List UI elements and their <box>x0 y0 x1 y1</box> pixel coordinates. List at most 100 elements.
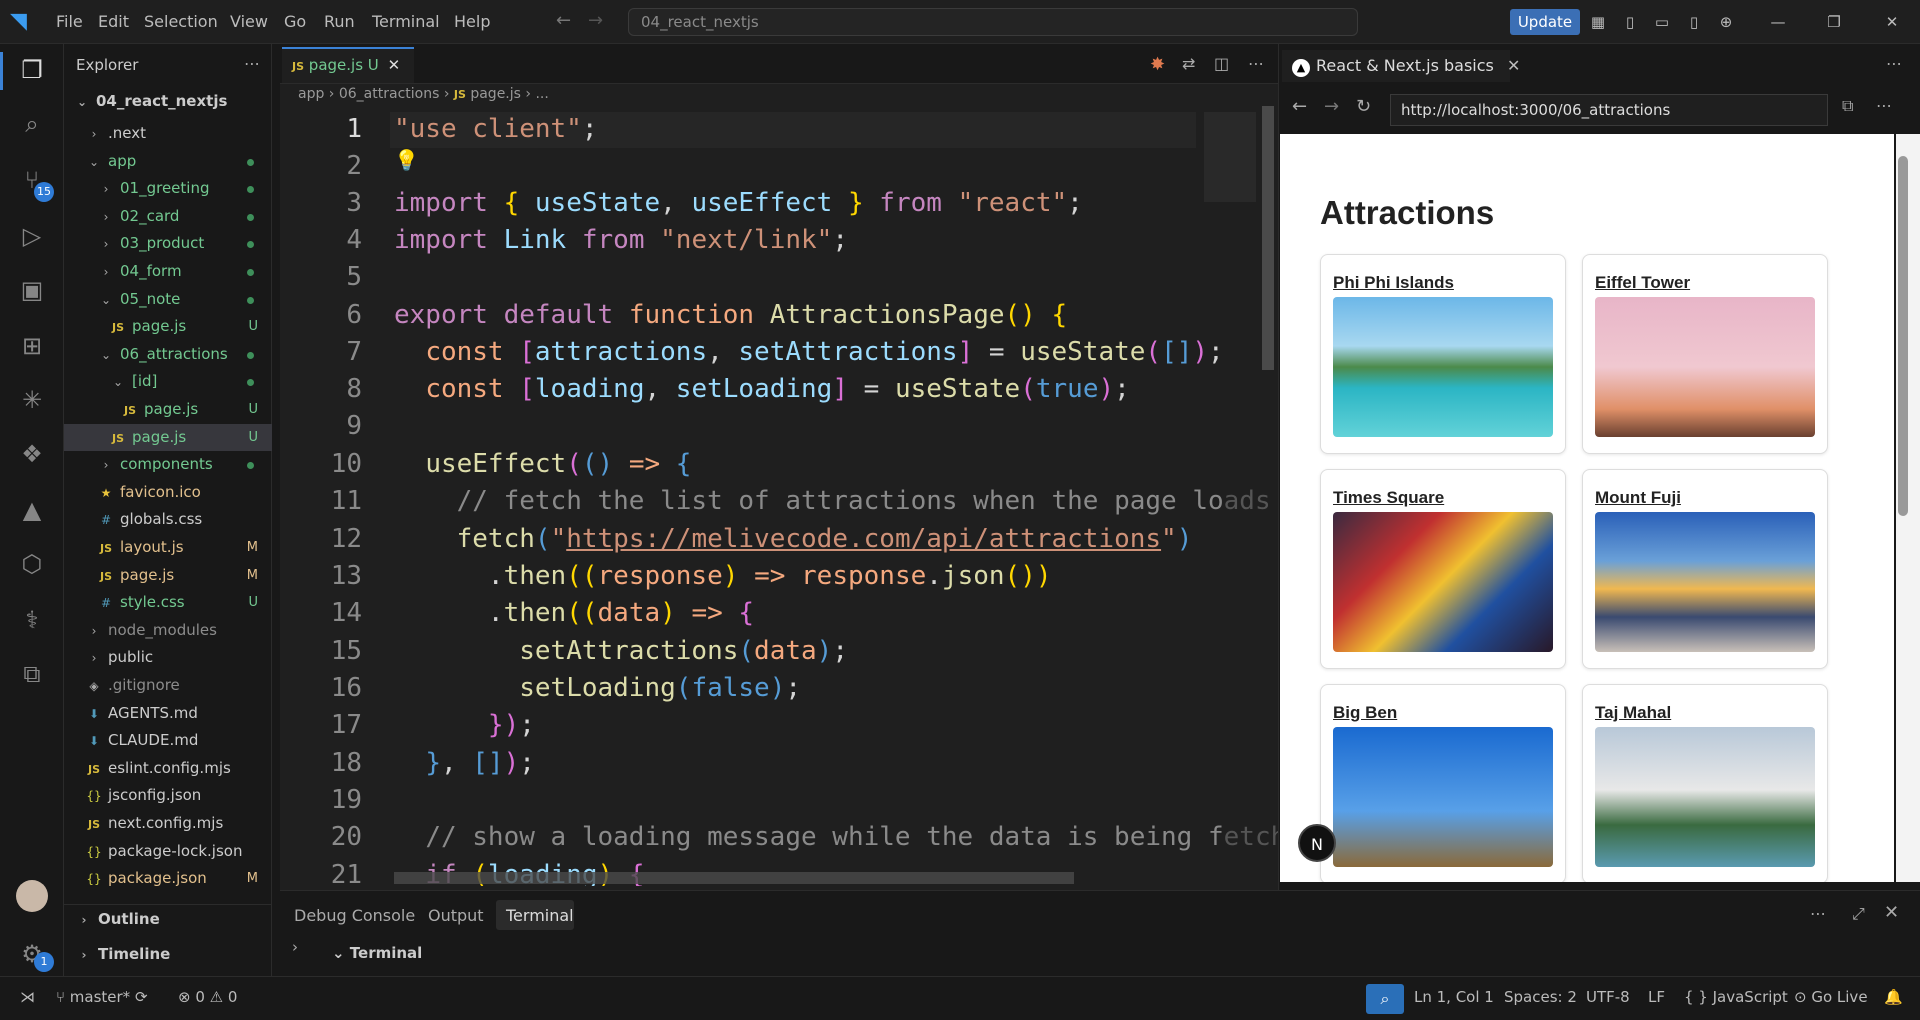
tree-item[interactable]: JS layout.js M <box>64 534 272 561</box>
browser-forward-icon[interactable]: → <box>1324 96 1339 117</box>
tree-item[interactable]: JS eslint.config.mjs <box>64 755 272 782</box>
attraction-card[interactable]: Phi Phi Islands <box>1320 254 1566 454</box>
tree-item[interactable]: # globals.css <box>64 506 272 533</box>
horizontal-scrollbar[interactable] <box>394 872 1074 884</box>
toggle-secondary-sidebar-icon[interactable]: ▯ <box>1684 12 1704 32</box>
outline-section[interactable]: › Outline <box>76 906 160 933</box>
url-input[interactable]: http://localhost:3000/06_attractions <box>1390 94 1828 126</box>
run-debug-icon[interactable]: ▷ <box>14 218 50 254</box>
gitlens-icon[interactable]: ⧉ <box>14 656 50 692</box>
card-title[interactable]: Phi Phi Islands <box>1333 273 1454 293</box>
split-editor-icon[interactable]: ◫ <box>1214 54 1229 73</box>
extensions-icon[interactable]: ⊞ <box>14 328 50 364</box>
nextjs-dev-badge[interactable]: N <box>1298 824 1336 862</box>
account-avatar[interactable] <box>16 880 48 912</box>
attraction-card[interactable]: Eiffel Tower <box>1582 254 1828 454</box>
maximize-icon[interactable]: ❐ <box>1824 12 1844 32</box>
card-title[interactable]: Eiffel Tower <box>1595 273 1690 293</box>
tree-item[interactable]: › public <box>64 644 272 671</box>
menu-run[interactable]: Run <box>324 12 355 31</box>
close-tab-icon[interactable]: ✕ <box>388 56 401 74</box>
remote-icon[interactable]: ⋊ <box>20 988 35 1006</box>
update-button[interactable]: Update <box>1510 9 1580 35</box>
browser-menu-icon[interactable]: ⋯ <box>1876 96 1892 115</box>
more-actions-icon[interactable]: ⋯ <box>244 54 260 73</box>
attraction-card[interactable]: Big Ben <box>1320 684 1566 882</box>
breadcrumb[interactable]: app › 06_attractions › JS page.js › ... <box>298 86 549 102</box>
tab-output[interactable]: Output <box>428 906 484 925</box>
problems-indicator[interactable]: ⊗ 0 ⚠ 0 <box>178 988 237 1006</box>
tab-terminal[interactable]: Terminal <box>506 906 574 925</box>
minimize-icon[interactable]: — <box>1768 12 1788 32</box>
tree-item[interactable]: › 01_greeting <box>64 175 272 202</box>
container-icon[interactable]: ⬡ <box>14 546 50 582</box>
language-mode[interactable]: { } JavaScript <box>1684 988 1788 1006</box>
menu-file[interactable]: File <box>56 12 83 31</box>
tree-item[interactable]: › components <box>64 451 272 478</box>
tree-item[interactable]: ◈ .gitignore <box>64 672 272 699</box>
claude-spark-icon[interactable]: ✸ <box>1150 54 1165 75</box>
browser-tab[interactable]: ▲ React & Next.js basics ✕ <box>1282 50 1520 82</box>
menu-selection[interactable]: Selection <box>144 12 218 31</box>
explorer-icon[interactable]: ❐ <box>14 52 50 88</box>
toggle-sidebar-icon[interactable]: ▯ <box>1620 12 1640 32</box>
branch-indicator[interactable]: ⑂ master* ⟳ <box>56 988 148 1006</box>
vertical-scrollbar[interactable] <box>1262 106 1274 370</box>
figma-icon[interactable]: ❖ <box>14 436 50 472</box>
tree-item[interactable]: › 02_card <box>64 203 272 230</box>
tree-item[interactable]: ⬇ AGENTS.md <box>64 700 272 727</box>
claude-icon[interactable]: ✳ <box>14 382 50 418</box>
close-window-icon[interactable]: ✕ <box>1882 12 1902 32</box>
search-icon[interactable]: ⌕ <box>14 106 50 142</box>
command-center-input[interactable]: 04_react_nextjs <box>628 8 1358 36</box>
deploy-icon[interactable]: ▲ <box>14 492 50 528</box>
card-title[interactable]: Big Ben <box>1333 703 1397 723</box>
tree-item[interactable]: # style.css U <box>64 589 272 616</box>
menu-terminal[interactable]: Terminal <box>372 12 440 31</box>
menu-view[interactable]: View <box>230 12 268 31</box>
tree-item[interactable]: ⌄ 05_note <box>64 286 272 313</box>
toggle-panel-icon[interactable]: ▭ <box>1652 12 1672 32</box>
tree-item[interactable]: {} package.json M <box>64 865 272 892</box>
cursor-position[interactable]: Ln 1, Col 1 <box>1414 988 1494 1006</box>
go-live-button[interactable]: ⊙ Go Live <box>1794 988 1868 1006</box>
tab-debug-console[interactable]: Debug Console <box>294 906 415 925</box>
open-changes-icon[interactable]: ⇄ <box>1182 54 1195 73</box>
tree-item[interactable]: JS next.config.mjs <box>64 810 272 837</box>
tree-item[interactable]: › .next <box>64 120 272 147</box>
menu-help[interactable]: Help <box>454 12 490 31</box>
customize-layout-icon[interactable]: ▦ <box>1588 12 1608 32</box>
line-ending[interactable]: LF <box>1648 988 1665 1006</box>
globe-icon[interactable]: ⊕ <box>1716 12 1736 32</box>
lightbulb-icon[interactable]: 💡 <box>394 148 419 172</box>
menu-edit[interactable]: Edit <box>98 12 129 31</box>
tree-item[interactable]: {} jsconfig.json <box>64 782 272 809</box>
attraction-card[interactable]: Mount Fuji <box>1582 469 1828 669</box>
minimap[interactable] <box>1204 112 1256 202</box>
reload-icon[interactable]: ↻ <box>1356 96 1371 117</box>
expand-icon[interactable]: › <box>292 938 298 956</box>
tree-item[interactable]: ★ favicon.ico <box>64 479 272 506</box>
tree-item[interactable]: JS page.js U <box>64 423 272 451</box>
close-panel-icon[interactable]: ✕ <box>1884 902 1899 923</box>
python-icon[interactable]: ⚕ <box>14 602 50 638</box>
attraction-card[interactable]: Taj Mahal <box>1582 684 1828 882</box>
attraction-card[interactable]: Times Square <box>1320 469 1566 669</box>
forward-arrow-icon[interactable]: → <box>588 10 603 31</box>
page-scroll-thumb[interactable] <box>1898 156 1908 516</box>
editor-more-icon[interactable]: ⋯ <box>1248 54 1264 73</box>
browser-back-icon[interactable]: ← <box>1292 96 1307 117</box>
card-title[interactable]: Mount Fuji <box>1595 488 1681 508</box>
menu-go[interactable]: Go <box>284 12 306 31</box>
panel-more-icon[interactable]: ⋯ <box>1810 904 1826 923</box>
tab-page-js[interactable]: JS page.js U ✕ <box>282 47 414 83</box>
tree-item[interactable]: ⌄ app <box>64 148 272 175</box>
tree-item[interactable]: ⌄ 06_attractions <box>64 341 272 368</box>
card-title[interactable]: Times Square <box>1333 488 1444 508</box>
timeline-section[interactable]: › Timeline <box>76 941 171 968</box>
zoom-icon[interactable]: ⌕ <box>1366 984 1404 1014</box>
workspace-root[interactable]: ⌄ 04_react_nextjs <box>74 88 227 115</box>
indentation[interactable]: Spaces: 2 <box>1504 988 1577 1006</box>
tree-item[interactable]: › node_modules <box>64 617 272 644</box>
browser-more-icon[interactable]: ⋯ <box>1886 54 1902 73</box>
